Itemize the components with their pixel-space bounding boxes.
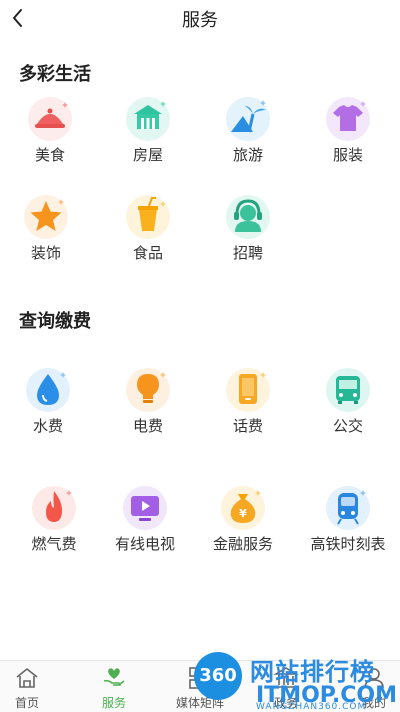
top-nav-bar: 服务 [0,0,400,36]
watermark-360-badge: 360 [194,652,242,700]
service-item-clothing[interactable]: 服装 [298,94,398,174]
service-label: 燃气费 [31,535,77,553]
service-item-decoration[interactable]: 装饰 [0,192,96,272]
service-label: 高铁时刻表 [310,535,386,553]
light-bulb-icon [126,368,170,412]
service-item-bus[interactable]: 公交 [298,365,398,445]
service-label: 电费 [132,417,163,435]
bus-icon [326,368,370,412]
flame-icon [32,486,76,530]
star-icon [24,195,68,239]
food-cloche-icon [28,97,72,141]
tv-play-icon [123,486,167,530]
mobile-phone-icon [226,368,270,412]
service-item-travel[interactable]: 旅游 [198,94,298,174]
service-item-phone-bill[interactable]: 话费 [198,365,298,445]
service-label: 服装 [332,146,363,164]
palm-tree-icon [226,97,270,141]
service-label: 食品 [132,244,163,262]
tab-home[interactable]: 首页 [0,661,67,712]
money-bag-icon: ¥ [221,486,265,530]
service-label: 金融服务 [212,535,273,553]
service-item-recruitment[interactable]: 招聘 [198,192,298,272]
service-item-food-products[interactable]: 食品 [98,192,198,272]
train-icon [326,486,370,530]
service-label: 美食 [34,146,65,164]
tab-label: 首页 [14,696,39,710]
page-title: 服务 [182,10,218,31]
service-item-cable-tv[interactable]: 有线电视 [95,483,195,563]
svg-text:¥: ¥ [239,507,247,520]
home-icon [16,668,38,688]
section-title-payment: 查询缴费 [19,311,91,332]
section-title-life: 多彩生活 [19,64,91,85]
drink-cup-icon [126,195,170,239]
service-label: 房屋 [132,146,163,164]
house-icon [126,97,170,141]
heart-hand-icon [103,668,125,686]
tab-label: 服务 [101,696,126,710]
service-label: 公交 [332,417,363,435]
service-label: 水费 [32,417,63,435]
service-item-train-schedule[interactable]: 高铁时刻表 [298,483,398,563]
service-item-water[interactable]: 水费 [0,365,98,445]
service-item-food[interactable]: 美食 [0,94,100,174]
service-label: 招聘 [232,244,263,262]
service-label: 话费 [232,417,263,435]
service-label: 有线电视 [114,535,175,553]
watermark-overlay: 360 网站排行榜 ITMOP.COM WANGZHAN360.COM [190,650,400,712]
service-item-finance[interactable]: ¥ 金融服务 [193,483,293,563]
service-item-housing[interactable]: 房屋 [98,94,198,174]
headset-person-icon [226,195,270,239]
shirt-icon [326,97,370,141]
service-item-gas[interactable]: 燃气费 [4,483,104,563]
service-label: 旅游 [232,146,263,164]
watermark-title: 网站排行榜 [250,658,375,686]
service-label: 装饰 [30,244,61,262]
service-item-electricity[interactable]: 电费 [98,365,198,445]
tab-services[interactable]: 服务 [74,661,154,712]
water-drop-icon [26,368,70,412]
